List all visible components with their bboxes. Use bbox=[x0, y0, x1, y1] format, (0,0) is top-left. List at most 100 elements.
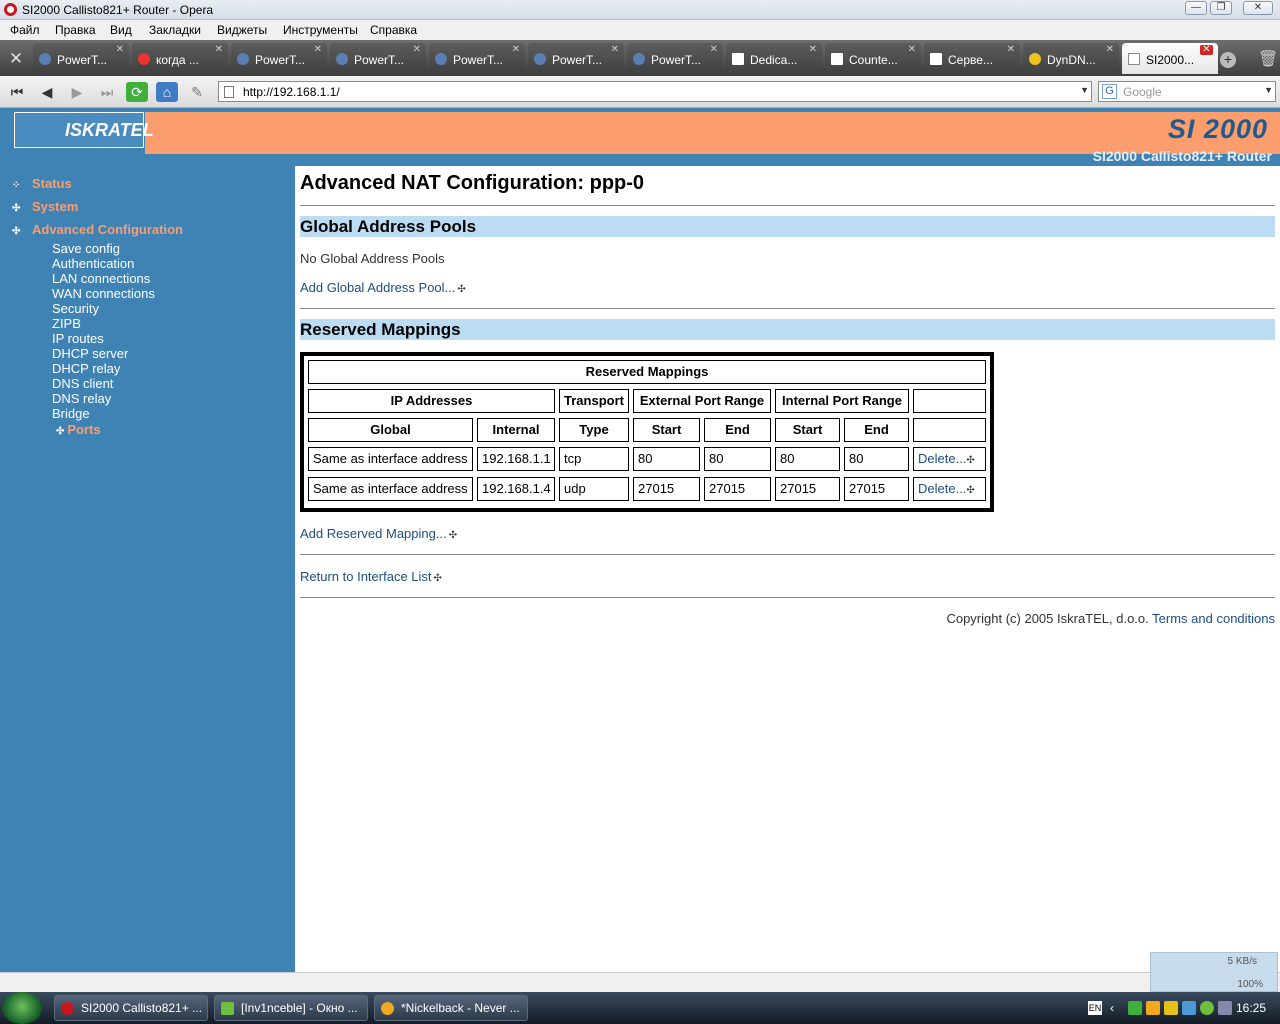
global-pools-heading: Global Address Pools bbox=[300, 216, 1275, 237]
sidebar-item-system[interactable]: ✣ System bbox=[12, 199, 78, 214]
tab-close-icon[interactable]: ✕ bbox=[908, 44, 916, 55]
language-indicator[interactable]: EN bbox=[1088, 1001, 1102, 1015]
sidebar-item-status[interactable]: ⁘ Status bbox=[12, 176, 72, 191]
delete-mapping-link[interactable]: Delete...✣ bbox=[913, 477, 986, 501]
tab-close-icon[interactable]: ✕ bbox=[1200, 45, 1213, 55]
tab[interactable]: PowerT... ✕ bbox=[429, 43, 525, 74]
return-to-interface-list-link[interactable]: Return to Interface List ✣ bbox=[300, 569, 442, 584]
menu-widgets[interactable]: Виджеты bbox=[217, 23, 267, 37]
fast-forward-button[interactable]: ⏭ bbox=[96, 82, 118, 102]
window-titlebar: SI2000 Callisto821+ Router - Opera — ❐ ✕ bbox=[0, 0, 1280, 20]
menu-file[interactable]: Файл bbox=[10, 23, 40, 37]
sidebar-item-ip-routes[interactable]: IP routes bbox=[52, 331, 104, 346]
chat-icon bbox=[221, 1002, 234, 1015]
tray-app-icon[interactable] bbox=[1146, 1001, 1160, 1015]
tab-close-icon[interactable]: ✕ bbox=[413, 44, 421, 55]
edit-page-icon[interactable]: ✎ bbox=[186, 82, 208, 102]
menu-tools[interactable]: Инструменты bbox=[283, 23, 358, 37]
chevron-down-icon[interactable]: ▼ bbox=[1264, 85, 1273, 95]
sidebar-item-authentication[interactable]: Authentication bbox=[52, 256, 134, 271]
tab[interactable]: Counte... ✕ bbox=[825, 43, 921, 74]
tray-app-icon[interactable] bbox=[1128, 1001, 1142, 1015]
column-group-header: External Port Range bbox=[633, 389, 771, 413]
tab-close-icon[interactable]: ✕ bbox=[314, 44, 322, 55]
brand-logo: SI 2000 bbox=[1167, 114, 1268, 144]
sidebar-item-lan-connections[interactable]: LAN connections bbox=[52, 271, 150, 286]
table-cell-int-end: 27015 bbox=[844, 477, 909, 501]
sidebar-item-dhcp-relay[interactable]: DHCP relay bbox=[52, 361, 120, 376]
tab[interactable]: PowerT... ✕ bbox=[330, 43, 426, 74]
tab[interactable]: DynDN... ✕ bbox=[1023, 43, 1119, 74]
menu-bookmarks[interactable]: Закладки bbox=[149, 23, 201, 37]
close-window-button[interactable]: ✕ bbox=[1243, 1, 1273, 15]
forward-button[interactable]: ▶ bbox=[66, 82, 88, 102]
sidebar-item-advanced-configuration[interactable]: ✣ Advanced Configuration bbox=[12, 222, 183, 237]
tray-app-icon[interactable] bbox=[1218, 1001, 1232, 1015]
sidebar-item-dhcp-server[interactable]: DHCP server bbox=[52, 346, 128, 361]
home-button[interactable]: ⌂ bbox=[156, 82, 178, 102]
player-icon bbox=[381, 1002, 394, 1015]
sidebar-item-bridge[interactable]: Bridge bbox=[52, 406, 90, 421]
google-icon[interactable]: G bbox=[1102, 84, 1117, 99]
address-field[interactable]: http://192.168.1.1/ ▼ bbox=[218, 81, 1092, 102]
tab-active[interactable]: SI2000... ✕ bbox=[1122, 43, 1218, 74]
add-global-pool-link[interactable]: Add Global Address Pool... ✣ bbox=[300, 280, 466, 295]
new-tab-button[interactable]: + bbox=[1220, 52, 1236, 68]
back-button[interactable]: ◀ bbox=[36, 82, 58, 102]
menu-view[interactable]: Вид bbox=[110, 23, 132, 37]
tray-app-icon[interactable] bbox=[1164, 1001, 1178, 1015]
maximize-button[interactable]: ❐ bbox=[1210, 1, 1232, 15]
minimize-button[interactable]: — bbox=[1185, 1, 1207, 15]
tray-app-icon[interactable] bbox=[1200, 1001, 1214, 1015]
terms-link[interactable]: Terms and conditions bbox=[1152, 611, 1275, 626]
taskbar-button-chat[interactable]: [Inv1nceble] - Окно ... bbox=[214, 995, 368, 1021]
table-cell-int-end: 80 bbox=[844, 447, 909, 471]
sidebar-item-zipb[interactable]: ZIPB bbox=[52, 316, 81, 331]
menu-help[interactable]: Справка bbox=[370, 23, 417, 37]
search-field[interactable]: G Google ▼ bbox=[1098, 81, 1276, 102]
search-placeholder[interactable]: Google bbox=[1123, 85, 1162, 99]
sidebar-item-dns-client[interactable]: DNS client bbox=[52, 376, 113, 391]
trash-icon[interactable]: 🗑 bbox=[1258, 49, 1278, 69]
rewind-button[interactable]: ⏮ bbox=[6, 82, 28, 102]
reload-button[interactable]: ⟳ bbox=[126, 82, 148, 102]
globe-icon bbox=[435, 53, 447, 65]
zoom-level[interactable]: 100% bbox=[1237, 979, 1263, 990]
taskbar-button-player[interactable]: *Nickelback - Never ... bbox=[374, 995, 528, 1021]
add-reserved-mapping-link[interactable]: Add Reserved Mapping... ✣ bbox=[300, 526, 457, 541]
reserved-mappings-heading: Reserved Mappings bbox=[300, 319, 1275, 340]
sidebar-item-dns-relay[interactable]: DNS relay bbox=[52, 391, 111, 406]
router-subtitle: SI2000 Callisto821+ Router bbox=[1092, 148, 1272, 164]
start-button[interactable] bbox=[2, 992, 42, 1024]
tab-close-icon[interactable]: ✕ bbox=[215, 44, 223, 55]
tab-close-icon[interactable]: ✕ bbox=[809, 44, 817, 55]
sidebar-item-ports[interactable]: ✣ Ports bbox=[56, 422, 101, 437]
tray-app-icon[interactable] bbox=[1182, 1001, 1196, 1015]
tab-close-icon[interactable]: ✕ bbox=[710, 44, 718, 55]
tab[interactable]: PowerT... ✕ bbox=[627, 43, 723, 74]
tab-close-icon[interactable]: ✕ bbox=[512, 44, 520, 55]
tab[interactable]: PowerT... ✕ bbox=[33, 43, 129, 74]
sidebar-item-security[interactable]: Security bbox=[52, 301, 99, 316]
sidebar-item-wan-connections[interactable]: WAN connections bbox=[52, 286, 155, 301]
tab-close-icon[interactable]: ✕ bbox=[1007, 44, 1015, 55]
tab-close-icon[interactable]: ✕ bbox=[1106, 44, 1114, 55]
tools-icon[interactable]: ✕ bbox=[6, 49, 26, 69]
sidebar-item-save-config[interactable]: Save config bbox=[52, 241, 120, 256]
menu-edit[interactable]: Правка bbox=[55, 23, 96, 37]
tab[interactable]: PowerT... ✕ bbox=[528, 43, 624, 74]
tab[interactable]: когда ... ✕ bbox=[132, 43, 228, 74]
tab[interactable]: Dedica... ✕ bbox=[726, 43, 822, 74]
tab-close-icon[interactable]: ✕ bbox=[611, 44, 619, 55]
table-cell-ext-start: 80 bbox=[633, 447, 700, 471]
chevron-left-icon[interactable]: ‹ bbox=[1110, 1001, 1124, 1015]
url-text[interactable]: http://192.168.1.1/ bbox=[243, 85, 340, 99]
tab[interactable]: PowerT... ✕ bbox=[231, 43, 327, 74]
chevron-down-icon[interactable]: ▼ bbox=[1080, 85, 1089, 95]
opera-logo-icon bbox=[4, 3, 17, 16]
tab-close-icon[interactable]: ✕ bbox=[116, 44, 124, 55]
tab[interactable]: Серве... ✕ bbox=[924, 43, 1020, 74]
delete-mapping-link[interactable]: Delete...✣ bbox=[913, 447, 986, 471]
sidebar-nav: ⁘ Status ✣ System ✣ Advanced Configuration … bbox=[0, 166, 295, 972]
taskbar-button-opera[interactable]: SI2000 Callisto821+ ... bbox=[54, 995, 208, 1021]
